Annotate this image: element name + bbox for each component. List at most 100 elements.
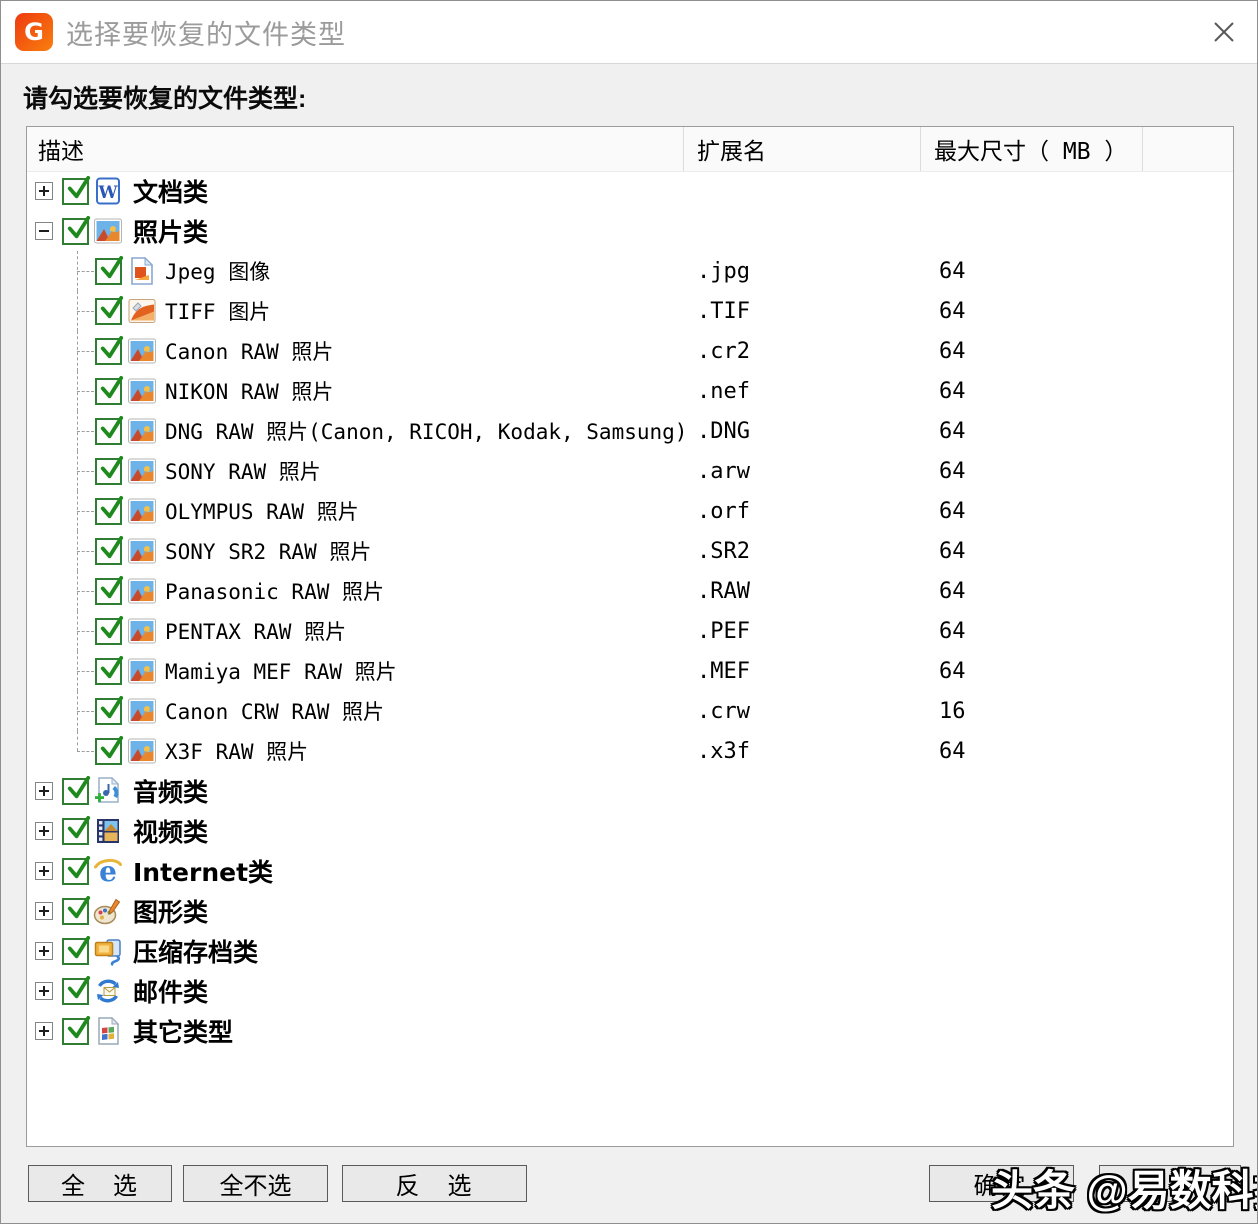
row-max-size: 64: [921, 619, 1143, 644]
checkbox-checked[interactable]: [95, 338, 122, 365]
tree-branch-line: [77, 551, 94, 552]
column-header-maxsize[interactable]: 最大尺寸（ MB ）: [921, 127, 1143, 171]
expand-icon[interactable]: [35, 182, 53, 200]
checkbox-checked[interactable]: [62, 978, 89, 1005]
row-extension: .arw: [684, 459, 921, 484]
row-label: PENTAX RAW 照片: [165, 616, 346, 646]
tree-row-category[interactable]: eInternet类: [27, 851, 1233, 891]
row-label: OLYMPUS RAW 照片: [165, 496, 359, 526]
checkbox-checked[interactable]: [62, 218, 89, 245]
row-label: NIKON RAW 照片: [165, 376, 333, 406]
tree-row-category[interactable]: W文档类: [27, 171, 1233, 211]
photo-icon: [127, 696, 157, 726]
expand-icon[interactable]: [35, 862, 53, 880]
checkbox-checked[interactable]: [62, 898, 89, 925]
tree-row-category[interactable]: 邮件类: [27, 971, 1233, 1011]
close-button[interactable]: [1207, 15, 1241, 49]
select-none-button[interactable]: 全不选: [183, 1165, 328, 1202]
checkbox-checked[interactable]: [62, 778, 89, 805]
checkbox-checked[interactable]: [95, 298, 122, 325]
tree-row-category[interactable]: 音频类: [27, 771, 1233, 811]
checkbox-checked[interactable]: [95, 498, 122, 525]
checkbox-checked[interactable]: [62, 178, 89, 205]
photo-icon: [127, 456, 157, 486]
row-label: X3F RAW 照片: [165, 736, 308, 766]
mail-icon: [93, 976, 123, 1006]
tree-branch-line: [77, 671, 94, 672]
tree-row-item[interactable]: Jpeg 图像.jpg64: [27, 251, 1233, 291]
photo-icon: [127, 336, 157, 366]
row-label: DNG RAW 照片(Canon, RICOH, Kodak, Samsung): [165, 416, 687, 446]
photo-icon: [127, 616, 157, 646]
tree-row-item[interactable]: DNG RAW 照片(Canon, RICOH, Kodak, Samsung)…: [27, 411, 1233, 451]
other-type-icon: [93, 1016, 123, 1046]
row-max-size: 64: [921, 339, 1143, 364]
row-label: 照片类: [133, 213, 208, 249]
checkbox-checked[interactable]: [62, 858, 89, 885]
tree-row-category[interactable]: 照片类: [27, 211, 1233, 251]
row-label: Jpeg 图像: [165, 256, 270, 286]
checkbox-checked[interactable]: [95, 418, 122, 445]
row-extension: .x3f: [684, 739, 921, 764]
row-extension: .SR2: [684, 539, 921, 564]
archive-icon: [93, 936, 123, 966]
expand-icon[interactable]: [35, 902, 53, 920]
jpeg-file-icon: [127, 256, 157, 286]
tree-branch-line: [77, 351, 94, 352]
tree-row-item[interactable]: Canon CRW RAW 照片.crw16: [27, 691, 1233, 731]
column-header-extension[interactable]: 扩展名: [684, 127, 921, 171]
row-label: 邮件类: [133, 973, 208, 1009]
tree-row-category[interactable]: 其它类型: [27, 1011, 1233, 1051]
expand-icon[interactable]: [35, 982, 53, 1000]
expand-icon[interactable]: [35, 822, 53, 840]
tree-row-category[interactable]: 视频类: [27, 811, 1233, 851]
tree-row-item[interactable]: TIFF 图片.TIF64: [27, 291, 1233, 331]
row-label: 音频类: [133, 773, 208, 809]
row-label: Canon RAW 照片: [165, 336, 333, 366]
expand-icon[interactable]: [35, 1022, 53, 1040]
checkbox-checked[interactable]: [95, 738, 122, 765]
invert-selection-button[interactable]: 反 选: [342, 1165, 527, 1202]
expand-icon[interactable]: [35, 782, 53, 800]
row-max-size: 64: [921, 739, 1143, 764]
expand-icon[interactable]: [35, 942, 53, 960]
tree-row-category[interactable]: 图形类: [27, 891, 1233, 931]
tree-row-item[interactable]: Mamiya MEF RAW 照片.MEF64: [27, 651, 1233, 691]
checkbox-checked[interactable]: [95, 378, 122, 405]
row-label: Canon CRW RAW 照片: [165, 696, 384, 726]
tree-row-item[interactable]: Panasonic RAW 照片.RAW64: [27, 571, 1233, 611]
tree-row-item[interactable]: NIKON RAW 照片.nef64: [27, 371, 1233, 411]
video-icon: [93, 816, 123, 846]
row-label: 视频类: [133, 813, 208, 849]
tree-row-category[interactable]: 压缩存档类: [27, 931, 1233, 971]
checkbox-checked[interactable]: [95, 538, 122, 565]
tree-row-item[interactable]: SONY SR2 RAW 照片.SR264: [27, 531, 1233, 571]
row-max-size: 64: [921, 579, 1143, 604]
checkbox-checked[interactable]: [95, 658, 122, 685]
tree-row-item[interactable]: SONY RAW 照片.arw64: [27, 451, 1233, 491]
checkbox-checked[interactable]: [62, 818, 89, 845]
row-label: SONY RAW 照片: [165, 456, 321, 486]
column-header-description[interactable]: 描述: [27, 127, 684, 171]
tree-branch-line: [77, 431, 94, 432]
checkbox-checked[interactable]: [62, 938, 89, 965]
row-extension: .nef: [684, 379, 921, 404]
checkbox-checked[interactable]: [95, 698, 122, 725]
tree-row-item[interactable]: OLYMPUS RAW 照片.orf64: [27, 491, 1233, 531]
checkbox-checked[interactable]: [95, 458, 122, 485]
row-max-size: 16: [921, 699, 1143, 724]
select-all-button[interactable]: 全 选: [28, 1165, 172, 1202]
row-extension: .orf: [684, 499, 921, 524]
checkbox-checked[interactable]: [95, 618, 122, 645]
row-max-size: 64: [921, 659, 1143, 684]
tree-row-item[interactable]: Canon RAW 照片.cr264: [27, 331, 1233, 371]
collapse-icon[interactable]: [35, 222, 53, 240]
tree-row-item[interactable]: PENTAX RAW 照片.PEF64: [27, 611, 1233, 651]
row-extension: .jpg: [684, 259, 921, 284]
tree-row-item[interactable]: X3F RAW 照片 .x3f64: [27, 731, 1233, 771]
svg-text:W: W: [97, 183, 118, 203]
checkbox-checked[interactable]: [62, 1018, 89, 1045]
tiff-file-icon: [127, 296, 157, 326]
checkbox-checked[interactable]: [95, 258, 122, 285]
checkbox-checked[interactable]: [95, 578, 122, 605]
